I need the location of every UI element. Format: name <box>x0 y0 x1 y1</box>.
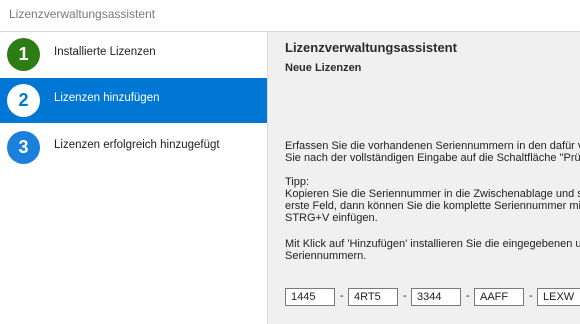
step-licenses-added[interactable]: 3 Lizenzen erfolgreich hinzugefügt <box>0 125 267 170</box>
serial-separator: - <box>466 290 470 302</box>
wizard-steps-sidebar: 1 Installierte Lizenzen 2 Lizenzen hinzu… <box>0 32 268 324</box>
step-1-number-badge: 1 <box>7 38 40 71</box>
serial-separator: - <box>403 290 407 302</box>
page-subtitle: Neue Lizenzen <box>285 62 362 74</box>
page-title: Lizenzverwaltungsassistent <box>285 40 457 55</box>
title-bar: Lizenzverwaltungsassistent <box>0 0 580 32</box>
serial-separator: - <box>340 290 344 302</box>
page-header: Lizenzverwaltungsassistent Neue Lizenzen <box>268 32 580 118</box>
tip-text: Tipp: Kopieren Sie die Seriennummer in d… <box>285 176 580 224</box>
serial-separator: - <box>529 290 533 302</box>
serial-field-2[interactable] <box>348 288 398 306</box>
serial-field-5[interactable] <box>537 288 580 306</box>
step-2-number-badge: 2 <box>7 84 40 117</box>
serial-field-1[interactable] <box>285 288 335 306</box>
step-3-number-badge: 3 <box>7 131 40 164</box>
serial-field-4[interactable] <box>474 288 524 306</box>
step-1-label: Installierte Lizenzen <box>54 46 156 58</box>
add-info-text: Mit Klick auf 'Hinzufügen' installieren … <box>285 238 580 262</box>
main-panel: Lizenzverwaltungsassistent Neue Lizenzen… <box>268 32 580 324</box>
step-installed-licenses[interactable]: 1 Installierte Lizenzen <box>0 32 267 77</box>
serial-number-fields: - - - - <box>285 288 580 308</box>
step-3-label: Lizenzen erfolgreich hinzugefügt <box>54 139 220 151</box>
step-2-label: Lizenzen hinzufügen <box>54 92 160 104</box>
window-title: Lizenzverwaltungsassistent <box>9 7 156 21</box>
serial-field-3[interactable] <box>411 288 461 306</box>
instructions-text: Erfassen Sie die vorhandenen Seriennumme… <box>285 140 580 164</box>
step-add-licenses[interactable]: 2 Lizenzen hinzufügen <box>0 78 267 123</box>
